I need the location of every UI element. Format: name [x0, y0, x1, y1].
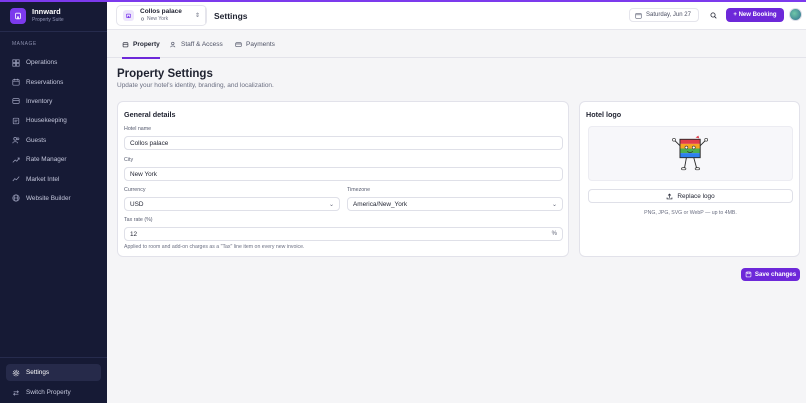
settings-heading: Property Settings [117, 68, 213, 80]
card-title: Hotel logo [586, 110, 622, 119]
tab-payments[interactable]: Payments [235, 31, 275, 58]
calendar-icon [635, 12, 642, 19]
users-icon [170, 41, 176, 48]
sidebar-item-label: Operations [26, 59, 58, 67]
sidebar-item-label: Housekeeping [26, 117, 67, 125]
top-header: Collos palace New York ⇕ Settings Saturd… [107, 2, 806, 30]
save-icon [745, 271, 752, 278]
property-city: New York [147, 15, 169, 22]
chevron-down-icon: ⌄ [551, 201, 557, 208]
settings-tabs: Property Staff & Access Payments [107, 31, 806, 59]
brand[interactable]: Innward Property Suite [0, 0, 107, 31]
chevron-down-icon: ⌄ [328, 201, 334, 208]
tax-rate-value: 12 [130, 230, 138, 238]
sidebar-item-switch-property[interactable]: Switch Property [0, 383, 107, 402]
current-date: Saturday, Jun 27 [646, 12, 691, 18]
chevron-updown-icon: ⇕ [194, 13, 200, 19]
replace-logo-label: Replace logo [677, 192, 715, 200]
save-changes-button[interactable]: Save changes [741, 268, 800, 281]
tab-label: Property [133, 41, 160, 48]
broom-icon [12, 117, 20, 125]
timezone-label: Timezone [347, 187, 371, 193]
pin-icon [140, 17, 145, 21]
header-divider [205, 8, 206, 23]
new-booking-button[interactable]: + New Booking [726, 8, 784, 22]
logo-preview [588, 126, 793, 181]
property-name: Collos palace [140, 8, 182, 16]
tax-rate-label: Tax rate (%) [124, 217, 153, 223]
search-icon [710, 12, 717, 19]
tax-rate-help: Applied to room and add-on charges as a … [124, 244, 305, 250]
hotel-name-value: Collos palace [130, 139, 169, 147]
sidebar-item-reservations[interactable]: Reservations [0, 72, 107, 91]
globe-icon [12, 194, 20, 202]
sidebar-item-rate-manager[interactable]: Rate Manager [0, 150, 107, 169]
sidebar-item-inventory[interactable]: Inventory [0, 92, 107, 111]
box-icon [12, 97, 20, 105]
sidebar-item-label: Switch Property [26, 389, 71, 397]
percent-suffix: % [551, 231, 557, 237]
calendar-icon [12, 78, 20, 86]
mascot-logo-icon [671, 135, 708, 170]
general-details-card: General details Hotel name Collos palace… [117, 101, 569, 257]
card-title: General details [124, 110, 176, 119]
building-icon [122, 42, 129, 48]
hotel-name-input[interactable]: Collos palace [124, 136, 563, 150]
timezone-value: America/New_York [353, 200, 408, 208]
tax-rate-input[interactable]: 12 % [124, 227, 563, 241]
sidebar-item-label: Guests [26, 136, 47, 144]
currency-select[interactable]: USD ⌄ [124, 197, 340, 211]
grid-icon [12, 59, 20, 67]
currency-label: Currency [124, 187, 146, 193]
hotel-logo-card: Hotel logo Replace logo PNG, JPG, SVG or [579, 101, 800, 257]
sidebar-divider [0, 357, 107, 358]
search-button[interactable] [707, 9, 719, 21]
sidebar-bottom: Settings Switch Property [0, 357, 107, 402]
sidebar-item-settings[interactable]: Settings [6, 364, 101, 381]
sidebar-item-market-intel[interactable]: Market Intel [0, 169, 107, 188]
date-picker[interactable]: Saturday, Jun 27 [629, 8, 699, 22]
sidebar-item-guests[interactable]: Guests [0, 131, 107, 150]
tab-staff-access[interactable]: Staff & Access [170, 31, 223, 58]
sidebar-section-label: MANAGE [12, 41, 37, 47]
brand-name: Innward [32, 7, 61, 17]
sidebar-item-label: Market Intel [26, 175, 60, 183]
card-icon [235, 42, 242, 47]
property-switcher[interactable]: Collos palace New York ⇕ [116, 5, 207, 26]
logo-hint: PNG, JPG, SVG or WebP — up to 4MB. [644, 210, 737, 216]
upload-icon [667, 193, 673, 199]
sidebar-item-label: Settings [26, 369, 50, 376]
save-changes-label: Save changes [754, 271, 797, 278]
city-label: City [124, 157, 134, 163]
tab-property[interactable]: Property [122, 31, 160, 59]
chart-icon [12, 175, 20, 183]
brand-logo-icon [10, 7, 26, 24]
hotel-name-label: Hotel name [124, 126, 152, 132]
sidebar-item-label: Reservations [26, 78, 64, 86]
sidebar-item-website-builder[interactable]: Website Builder [0, 189, 107, 208]
sidebar-item-label: Inventory [26, 97, 53, 105]
top-accent-bar [0, 0, 806, 2]
page-title: Settings [214, 11, 248, 21]
sidebar-item-label: Rate Manager [26, 156, 67, 164]
brand-subtitle: Property Suite [32, 16, 64, 23]
sidebar-item-housekeeping[interactable]: Housekeeping [0, 111, 107, 130]
sidebar-item-label: Website Builder [26, 194, 71, 202]
city-input[interactable]: New York [124, 167, 563, 181]
trend-icon [12, 156, 20, 164]
sidebar: Innward Property Suite MANAGE Operations… [0, 0, 107, 403]
replace-logo-button[interactable]: Replace logo [588, 189, 793, 203]
users-icon [12, 136, 20, 144]
currency-value: USD [130, 200, 144, 208]
city-value: New York [130, 170, 157, 178]
sidebar-item-operations[interactable]: Operations [0, 53, 107, 72]
tab-label: Payments [246, 41, 275, 48]
settings-subheading: Update your hotel's identity, branding, … [117, 82, 274, 89]
avatar[interactable] [789, 8, 802, 21]
swap-icon [12, 389, 20, 397]
tab-label: Staff & Access [181, 41, 223, 48]
gear-icon [12, 369, 20, 377]
hotel-icon [123, 10, 134, 21]
timezone-select[interactable]: America/New_York ⌄ [347, 197, 563, 211]
